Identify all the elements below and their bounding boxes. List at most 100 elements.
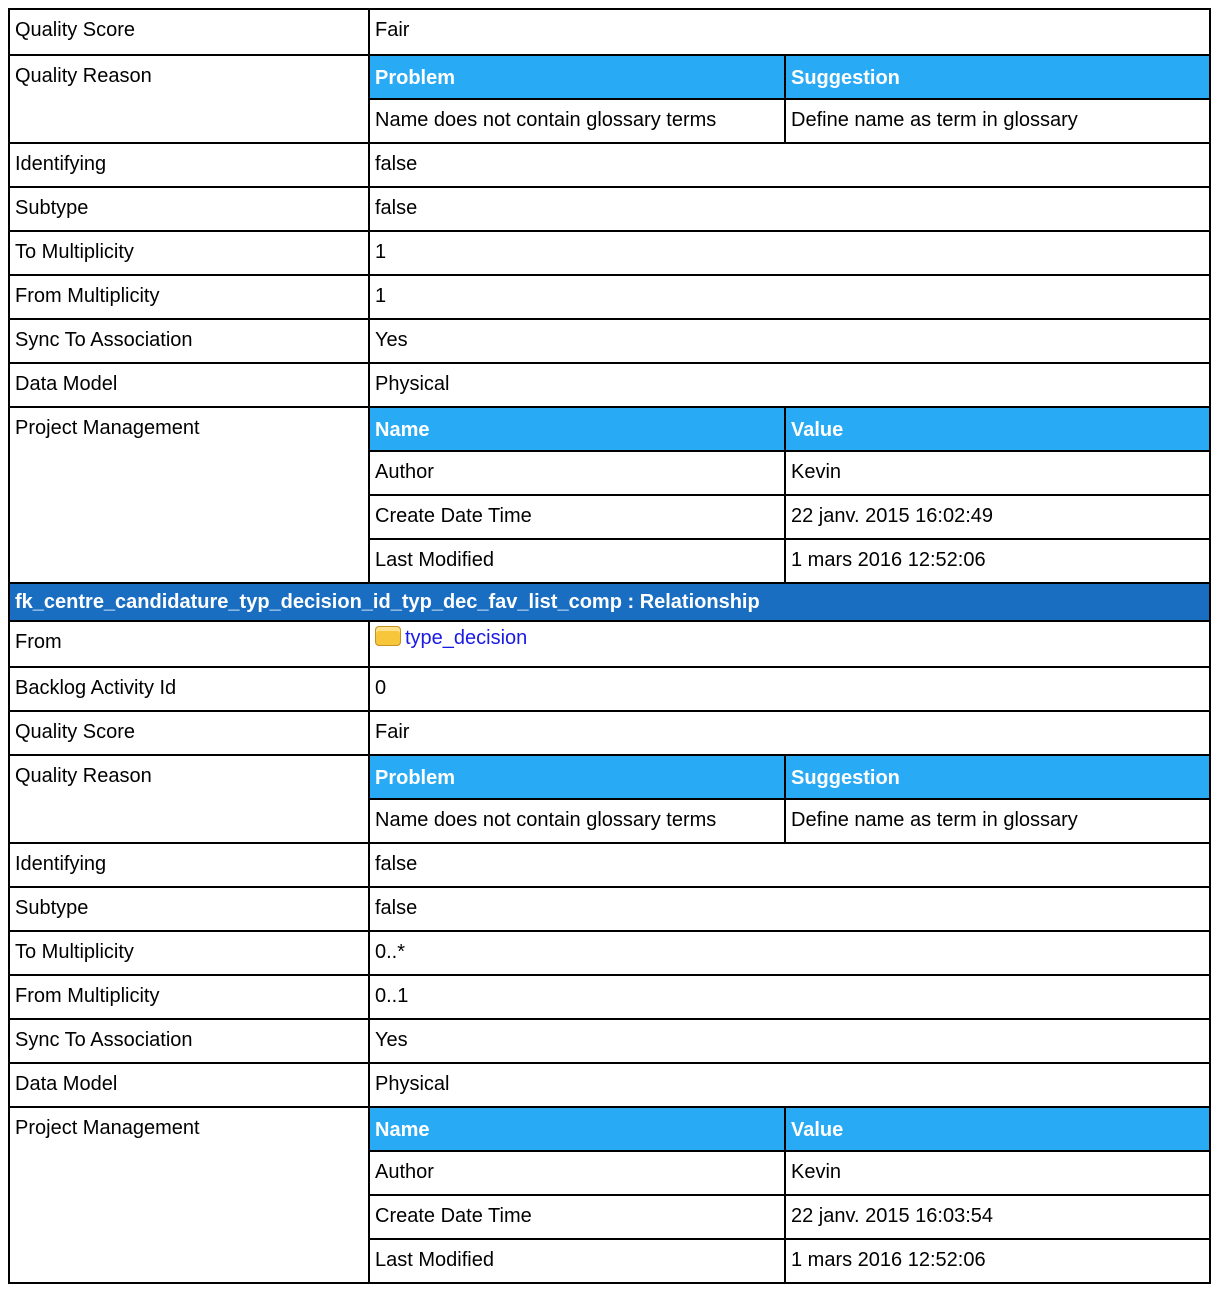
pm-name-cell: Create Date Time <box>375 1205 532 1227</box>
column-header-name: Name <box>375 419 430 441</box>
project-management-label: Project Management <box>15 417 200 439</box>
project-management-header-row: Name Value <box>370 408 1209 451</box>
sync-to-association-value: Yes <box>375 1029 408 1051</box>
data-model-label: Data Model <box>15 373 118 395</box>
row-data-model: Data Model Physical <box>8 1062 1211 1108</box>
project-management-table: Name Value Author Kevin Create Date Time… <box>370 408 1209 582</box>
row-subtype: Subtype false <box>8 186 1211 232</box>
row-identifying: Identifying false <box>8 142 1211 188</box>
project-management-row: Create Date Time 22 janv. 2015 16:02:49 <box>370 494 1209 539</box>
row-backlog-activity-id: Backlog Activity Id 0 <box>8 666 1211 712</box>
identifying-label: Identifying <box>15 853 107 875</box>
from-multiplicity-value: 1 <box>375 285 387 307</box>
quality-reason-label: Quality Reason <box>15 765 152 787</box>
identifying-value: false <box>375 153 418 175</box>
project-management-row: Last Modified 1 mars 2016 12:52:06 <box>370 538 1209 582</box>
project-management-header-row: Name Value <box>370 1108 1209 1151</box>
pm-value-cell: Kevin <box>791 1161 842 1183</box>
problem-cell: Name does not contain glossary terms <box>375 809 717 831</box>
from-entity-link[interactable]: type_decision <box>405 627 527 649</box>
pm-value-cell: 22 janv. 2015 16:02:49 <box>791 505 994 527</box>
subtype-label: Subtype <box>15 197 89 219</box>
subtype-label: Subtype <box>15 897 89 919</box>
quality-reason-header-row: Problem Suggestion <box>370 56 1209 99</box>
pm-value-cell: 22 janv. 2015 16:03:54 <box>791 1205 994 1227</box>
quality-reason-row: Name does not contain glossary terms Def… <box>370 98 1209 142</box>
suggestion-cell: Define name as term in glossary <box>791 109 1078 131</box>
row-from: From type_decision <box>8 620 1211 668</box>
column-header-problem: Problem <box>375 67 456 89</box>
row-from-multiplicity: From Multiplicity 0..1 <box>8 974 1211 1020</box>
identifying-label: Identifying <box>15 153 107 175</box>
column-header-problem: Problem <box>375 767 456 789</box>
relationship-report: Quality Score Fair Quality Reason Proble… <box>8 8 1211 1284</box>
table-folder-icon <box>375 626 401 646</box>
properties-table: Quality Score Fair Quality Reason Proble… <box>8 8 1211 1284</box>
row-from-multiplicity: From Multiplicity 1 <box>8 274 1211 320</box>
row-project-management: Project Management Name Value Author Kev… <box>8 406 1211 584</box>
column-header-value: Value <box>791 1119 844 1141</box>
to-multiplicity-value: 1 <box>375 241 387 263</box>
pm-name-cell: Author <box>375 461 434 483</box>
row-subtype: Subtype false <box>8 886 1211 932</box>
quality-reason-header-row: Problem Suggestion <box>370 756 1209 799</box>
row-to-multiplicity: To Multiplicity 1 <box>8 230 1211 276</box>
row-identifying: Identifying false <box>8 842 1211 888</box>
section-title: fk_centre_candidature_typ_decision_id_ty… <box>15 591 760 613</box>
quality-reason-label: Quality Reason <box>15 65 152 87</box>
project-management-row: Author Kevin <box>370 450 1209 495</box>
subtype-value: false <box>375 897 418 919</box>
backlog-activity-id-value: 0 <box>375 677 387 699</box>
to-multiplicity-value: 0..* <box>375 941 406 963</box>
row-quality-score: Quality Score Fair <box>8 8 1211 56</box>
sync-to-association-label: Sync To Association <box>15 329 193 351</box>
from-multiplicity-value: 0..1 <box>375 985 409 1007</box>
row-quality-score: Quality Score Fair <box>8 710 1211 756</box>
identifying-value: false <box>375 853 418 875</box>
project-management-row: Create Date Time 22 janv. 2015 16:03:54 <box>370 1194 1209 1239</box>
row-sync-to-association: Sync To Association Yes <box>8 318 1211 364</box>
problem-cell: Name does not contain glossary terms <box>375 109 717 131</box>
quality-score-value: Fair <box>375 721 410 743</box>
pm-value-cell: 1 mars 2016 12:52:06 <box>791 1249 986 1271</box>
pm-name-cell: Last Modified <box>375 1249 494 1271</box>
project-management-row: Last Modified 1 mars 2016 12:52:06 <box>370 1238 1209 1282</box>
column-header-suggestion: Suggestion <box>791 767 900 789</box>
quality-reason-table: Problem Suggestion Name does not contain… <box>370 756 1209 842</box>
row-to-multiplicity: To Multiplicity 0..* <box>8 930 1211 976</box>
from-multiplicity-label: From Multiplicity <box>15 985 160 1007</box>
row-project-management: Project Management Name Value Author Kev… <box>8 1106 1211 1284</box>
quality-reason-row: Name does not contain glossary terms Def… <box>370 798 1209 842</box>
row-sync-to-association: Sync To Association Yes <box>8 1018 1211 1064</box>
row-quality-reason: Quality Reason Problem Suggestion Name d… <box>8 754 1211 844</box>
data-model-label: Data Model <box>15 1073 118 1095</box>
data-model-value: Physical <box>375 373 450 395</box>
from-label: From <box>15 631 62 653</box>
from-multiplicity-label: From Multiplicity <box>15 285 160 307</box>
sync-to-association-label: Sync To Association <box>15 1029 193 1051</box>
column-header-value: Value <box>791 419 844 441</box>
row-quality-reason: Quality Reason Problem Suggestion Name d… <box>8 54 1211 144</box>
sync-to-association-value: Yes <box>375 329 408 351</box>
column-header-name: Name <box>375 1119 430 1141</box>
column-header-suggestion: Suggestion <box>791 67 900 89</box>
quality-score-value: Fair <box>375 19 410 41</box>
to-multiplicity-label: To Multiplicity <box>15 241 134 263</box>
section-header-row: fk_centre_candidature_typ_decision_id_ty… <box>8 582 1211 622</box>
pm-name-cell: Last Modified <box>375 549 494 571</box>
pm-value-cell: Kevin <box>791 461 842 483</box>
pm-name-cell: Author <box>375 1161 434 1183</box>
pm-value-cell: 1 mars 2016 12:52:06 <box>791 549 986 571</box>
quality-score-label: Quality Score <box>15 721 136 743</box>
project-management-label: Project Management <box>15 1117 200 1139</box>
data-model-value: Physical <box>375 1073 450 1095</box>
to-multiplicity-label: To Multiplicity <box>15 941 134 963</box>
backlog-activity-id-label: Backlog Activity Id <box>15 677 177 699</box>
suggestion-cell: Define name as term in glossary <box>791 809 1078 831</box>
quality-score-label: Quality Score <box>15 19 136 41</box>
project-management-table: Name Value Author Kevin Create Date Time… <box>370 1108 1209 1282</box>
pm-name-cell: Create Date Time <box>375 505 532 527</box>
row-data-model: Data Model Physical <box>8 362 1211 408</box>
quality-reason-table: Problem Suggestion Name does not contain… <box>370 56 1209 142</box>
project-management-row: Author Kevin <box>370 1150 1209 1195</box>
